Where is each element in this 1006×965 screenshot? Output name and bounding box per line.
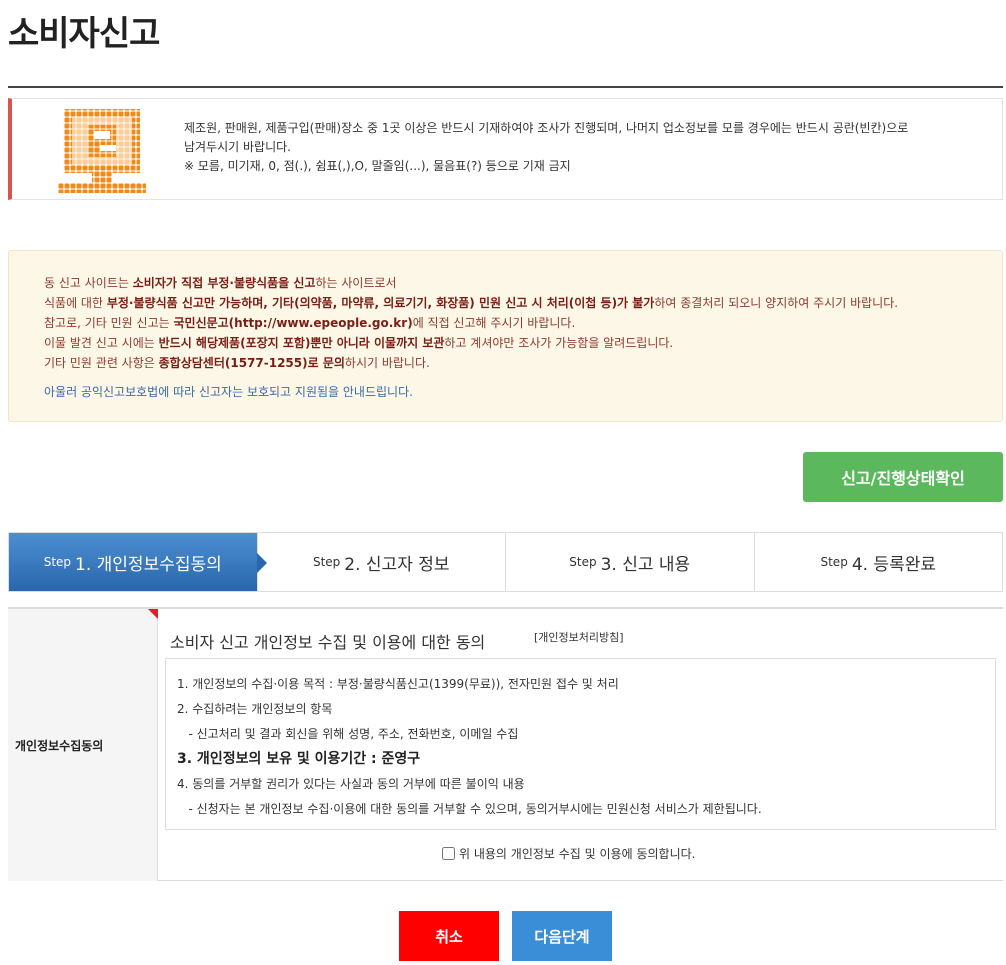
consent-terms-box: 1. 개인정보의 수집·이용 목적 : 부정·불량식품신고(1399(무료)),… [165, 658, 996, 830]
privacy-policy-link[interactable]: [개인정보처리방침] [534, 629, 624, 645]
step-3: Step 3. 신고 내용 [505, 533, 754, 591]
page-title: 소비자신고 [8, 14, 160, 54]
step-2: Step 2. 신고자 정보 [256, 533, 506, 591]
consent-row-label: 개인정보수집동의 [8, 609, 158, 881]
notice-line: 남겨두시기 바랍니다. [184, 140, 291, 154]
cancel-button[interactable]: 취소 [399, 911, 499, 961]
agree-row[interactable]: 위 내용의 개인정보 수집 및 이용에 동의합니다. [442, 845, 695, 862]
step-4: Step 4. 등록완료 [753, 533, 1003, 591]
info-line: 식품에 대한 부정·불량식품 신고만 가능하며, 기타(의약품, 마약류, 의료… [44, 296, 899, 310]
info-line: 참고로, 기타 민원 신고는 국민신문고(http://www.epeople.… [44, 316, 576, 330]
computer-icon [58, 109, 146, 193]
info-line: 이물 발견 신고 시에는 반드시 해당제품(포장지 포함)뿐만 아니라 이물까지… [44, 336, 674, 350]
notice-warning: ※ 모름, 미기재, 0, 점(.), 쉼표(,),O, 말줄임(...), 물… [184, 159, 571, 173]
step-progress: Step 1. 개인정보수집동의 Step 2. 신고자 정보 Step 3. 신고 … [8, 532, 1003, 592]
consent-section: 개인정보수집동의 소비자 신고 개인정보 수집 및 이용에 대한 동의 [개인정… [8, 607, 1003, 881]
info-line: 동 신고 사이트는 소비자가 직접 부정·불량식품을 신고하는 사이트로서 [44, 276, 397, 290]
consent-item: 2. 수집하려는 개인정보의 항목 [177, 702, 333, 716]
step-1: Step 1. 개인정보수집동의 [9, 533, 266, 591]
consent-item: 3. 개인정보의 보유 및 이용기간 : 준영구 [177, 751, 421, 767]
consent-item: 1. 개인정보의 수집·이용 목적 : 부정·불량식품신고(1399(무료)),… [177, 677, 619, 691]
consent-item: 4. 동의를 거부할 권리가 있다는 사실과 동의 거부에 따른 불이익 내용 [177, 777, 525, 791]
agree-checkbox[interactable] [442, 847, 455, 860]
info-line-protection: 아울러 공익신고보호법에 따라 신고자는 보호되고 지원됨을 안내드립니다. [44, 385, 413, 399]
info-box: 동 신고 사이트는 소비자가 직접 부정·불량식품을 신고하는 사이트로서 식품… [8, 250, 1003, 422]
title-divider [8, 86, 1003, 88]
info-line: 기타 민원 관련 사항은 종합상담센터(1577-1255)로 문의하시기 바랍… [44, 356, 430, 370]
agree-label: 위 내용의 개인정보 수집 및 이용에 동의합니다. [459, 847, 696, 861]
consent-item: - 신고처리 및 결과 회신을 위해 성명, 주소, 전화번호, 이메일 수집 [177, 727, 519, 741]
notice-line: 제조원, 판매원, 제품구입(판매)장소 중 1곳 이상은 반드시 기재하여야 … [184, 121, 909, 135]
notice-box: 제조원, 판매원, 제품구입(판매)장소 중 1곳 이상은 반드시 기재하여야 … [8, 98, 1003, 200]
required-marker [148, 609, 158, 619]
consent-item: - 신청자는 본 개인정보 수집·이용에 대한 동의를 거부할 수 있으며, 동… [177, 802, 762, 816]
next-step-button[interactable]: 다음단계 [512, 911, 612, 961]
check-status-button[interactable]: 신고/진행상태확인 [803, 452, 1003, 502]
consent-heading: 소비자 신고 개인정보 수집 및 이용에 대한 동의 [170, 633, 486, 652]
